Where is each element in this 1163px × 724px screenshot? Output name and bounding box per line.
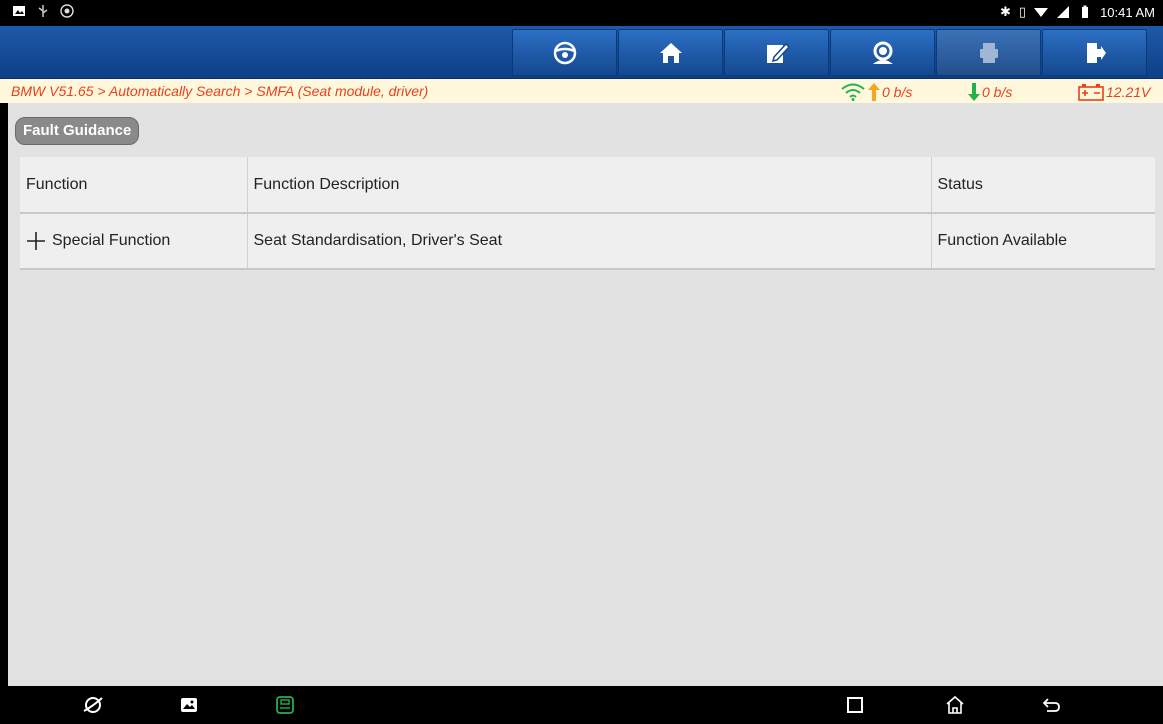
breadcrumb-bar: BMW V51.65 > Automatically Search > SMFA… bbox=[0, 79, 1163, 103]
vci-icon bbox=[276, 696, 294, 714]
breadcrumb: BMW V51.65 > Automatically Search > SMFA… bbox=[11, 83, 429, 99]
back-button[interactable] bbox=[1040, 694, 1062, 716]
browser-button[interactable] bbox=[82, 694, 104, 716]
recents-button[interactable] bbox=[844, 694, 866, 716]
notification-icon bbox=[13, 6, 25, 16]
fault-guidance-button[interactable]: Fault Guidance bbox=[15, 117, 140, 145]
steering-wheel-icon bbox=[553, 41, 576, 64]
status-time: 10:41 AM bbox=[1100, 4, 1155, 20]
usb-icon bbox=[38, 5, 48, 17]
vibrate-icon: ▯ bbox=[1018, 4, 1027, 19]
recents-icon bbox=[847, 697, 863, 713]
bluetooth-icon: ✱ bbox=[1000, 4, 1011, 19]
download-arrow-icon bbox=[968, 83, 980, 101]
row-description: Seat Standardisation, Driver's Seat bbox=[247, 213, 932, 269]
app-toolbar bbox=[0, 26, 1163, 79]
function-table: Function Function Description Status Spe… bbox=[20, 157, 1155, 270]
status-bar: ✱ ▯ 10:41 AM bbox=[0, 0, 1163, 26]
browser-icon bbox=[83, 697, 103, 713]
upload-value: 0 b/s bbox=[882, 84, 913, 100]
download-value: 0 b/s bbox=[982, 84, 1013, 100]
edit-icon bbox=[766, 42, 790, 63]
voltage-value: 12.21V bbox=[1106, 84, 1151, 100]
support-icon bbox=[872, 41, 893, 64]
print-icon bbox=[979, 42, 998, 63]
edit-button[interactable] bbox=[724, 29, 829, 76]
home-icon bbox=[946, 695, 964, 714]
steering-wheel-button[interactable] bbox=[512, 29, 617, 76]
gallery-icon bbox=[181, 698, 197, 712]
back-icon bbox=[1042, 698, 1060, 712]
gallery-button[interactable] bbox=[178, 694, 200, 716]
bug-icon bbox=[60, 4, 74, 18]
header-status: Status bbox=[937, 175, 983, 193]
row-function-cell[interactable]: Special Function bbox=[20, 213, 248, 269]
table-header-row: Function Function Description Status bbox=[20, 157, 1155, 213]
print-button[interactable] bbox=[936, 29, 1041, 76]
row-function-label: Special Function bbox=[52, 232, 171, 249]
exit-icon bbox=[1086, 42, 1106, 63]
download-speed: 0 b/s bbox=[968, 83, 1012, 101]
nav-home-button[interactable] bbox=[944, 694, 966, 716]
wifi-signal-icon bbox=[841, 83, 865, 101]
wifi-icon bbox=[1034, 8, 1049, 17]
navigation-bar bbox=[0, 686, 1163, 724]
battery-voltage: 12.21V bbox=[1078, 83, 1150, 101]
main-content: Fault Guidance Function Function Descrip… bbox=[8, 103, 1163, 686]
exit-button[interactable] bbox=[1042, 29, 1147, 76]
home-button[interactable] bbox=[618, 29, 723, 76]
expand-plus-icon[interactable] bbox=[26, 231, 46, 251]
header-function: Function bbox=[20, 157, 248, 213]
upload-speed: 0 b/s bbox=[840, 83, 912, 101]
support-button[interactable] bbox=[830, 29, 935, 76]
row-status: Function Available bbox=[937, 232, 1068, 249]
signal-icon bbox=[1057, 6, 1070, 18]
upload-arrow-icon bbox=[868, 83, 880, 101]
vci-button[interactable] bbox=[274, 694, 296, 716]
home-icon bbox=[659, 42, 682, 63]
header-description: Function Description bbox=[247, 157, 932, 213]
table-row[interactable]: Special Function Seat Standardisation, D… bbox=[20, 213, 1155, 269]
car-battery-icon bbox=[1078, 84, 1104, 101]
battery-icon bbox=[1082, 5, 1089, 18]
